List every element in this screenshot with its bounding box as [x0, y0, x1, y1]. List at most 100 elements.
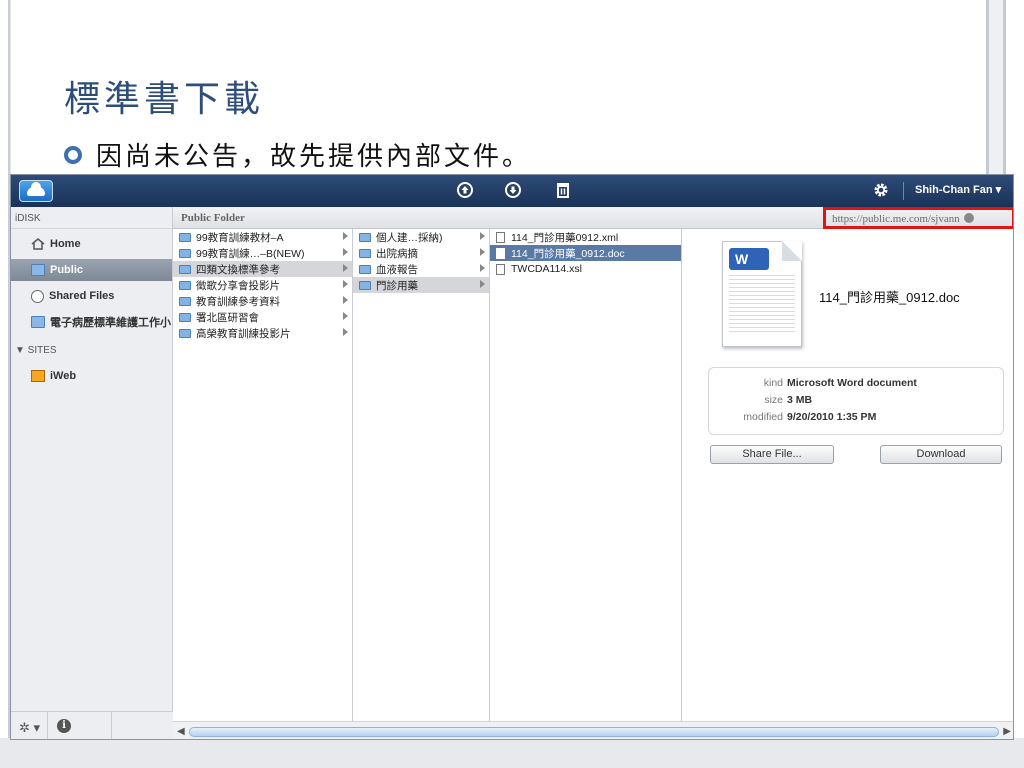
list-item[interactable]: 血液報告 [353, 261, 489, 277]
column-1: 99教育訓練教材–A 99教育訓練…–B(NEW) 四類文換標準參考 徵歌分享會… [173, 229, 353, 721]
sidebar-item-label: Shared Files [49, 290, 115, 302]
chevron-right-icon [480, 264, 485, 272]
footer-divider [111, 712, 112, 739]
word-badge: W [729, 248, 769, 270]
slide-title: 標準書下載 [64, 79, 265, 120]
sidebar-item-shared-files[interactable]: Shared Files [11, 285, 172, 307]
chevron-right-icon [343, 280, 348, 288]
chevron-right-icon [480, 248, 485, 256]
sidebar-item-iweb[interactable]: iWeb [11, 365, 172, 387]
settings-button[interactable] [871, 181, 891, 201]
sites-header[interactable]: ▼ SITES [11, 337, 172, 361]
folder-icon [179, 232, 191, 242]
download-file-button[interactable]: Download [880, 445, 1002, 464]
word-document-icon: W [722, 241, 802, 347]
folder-icon [179, 312, 191, 322]
chevron-right-icon [343, 296, 348, 304]
meta-row-size: size 3 MB [709, 394, 1003, 411]
meta-label: kind [763, 377, 783, 389]
chevron-right-icon [480, 280, 485, 288]
list-item[interactable]: 門診用藥 [353, 277, 489, 293]
folder-icon [359, 264, 371, 274]
folder-icon [179, 264, 191, 274]
meta-value: 3 MB [787, 394, 813, 406]
folder-icon [359, 232, 371, 242]
item-label: TWCDA114.xsl [511, 263, 582, 275]
list-item[interactable]: 114_門診用藥_0912.doc [490, 245, 681, 261]
item-label: 教育訓練參考資料 [196, 295, 280, 308]
cloud-home-button[interactable] [19, 180, 53, 202]
sidebar-item-home[interactable]: Home [11, 233, 172, 255]
item-label: 出院病摘 [376, 247, 418, 260]
document-icon [496, 247, 505, 259]
upload-button[interactable] [455, 181, 475, 201]
column-2: 個人建…採納) 出院病摘 血液報告 門診用藥 [353, 229, 490, 721]
sidebar-item-shared-folder[interactable]: 電子病歷標準維護工作小 [11, 311, 172, 333]
upload-icon [457, 182, 473, 198]
item-label: 血液報告 [376, 263, 418, 276]
preview-filename: 114_門診用藥_0912.doc [819, 290, 960, 305]
list-item[interactable]: 高榮教育訓練投影片 [173, 325, 352, 341]
list-item[interactable]: TWCDA114.xsl [490, 261, 681, 277]
share-file-button[interactable]: Share File... [710, 445, 834, 464]
delete-button[interactable] [553, 181, 573, 201]
file-info-box: kind Microsoft Word document size 3 MB m… [708, 367, 1004, 435]
folder-icon [179, 296, 191, 306]
meta-label: size [764, 394, 783, 406]
horizontal-scrollbar[interactable]: ◀ ▶ [173, 721, 1013, 739]
folder-icon [31, 264, 45, 276]
list-item[interactable]: 99教育訓練教材–A [173, 229, 352, 245]
scroll-right-arrow-icon[interactable]: ▶ [1003, 726, 1011, 737]
column-view: 99教育訓練教材–A 99教育訓練…–B(NEW) 四類文換標準參考 徵歌分享會… [173, 229, 1013, 721]
page-fold [782, 241, 802, 261]
sidebar-item-label: iWeb [50, 370, 77, 382]
folder-icon [179, 280, 191, 290]
toolbar-divider [903, 182, 904, 200]
scroll-left-arrow-icon[interactable]: ◀ [177, 726, 185, 737]
list-item[interactable]: 四類文換標準參考 [173, 261, 352, 277]
sidebar-item-label: Home [50, 238, 81, 250]
folder-icon [179, 248, 191, 258]
trash-icon [557, 183, 569, 198]
user-menu[interactable]: Shih-Chan Fan ▾ [915, 183, 1001, 196]
public-url-text: https://public.me.com/sjvann [832, 213, 960, 225]
folder-icon [359, 248, 371, 258]
list-item[interactable]: 99教育訓練…–B(NEW) [173, 245, 352, 261]
chevron-right-icon [343, 328, 348, 336]
meta-row-modified: modified 9/20/2010 1:35 PM [709, 411, 1003, 428]
shared-icon [31, 289, 44, 303]
list-item[interactable]: 署北區研習會 [173, 309, 352, 325]
folder-icon [179, 328, 191, 338]
cloud-icon [27, 181, 45, 196]
home-icon [31, 238, 45, 250]
info-icon[interactable]: i [57, 719, 71, 733]
folder-title: Public Folder [181, 212, 245, 224]
list-item[interactable]: 個人建…採納) [353, 229, 489, 245]
gear-icon [874, 183, 888, 197]
item-label: 徵歌分享會投影片 [196, 279, 280, 292]
sidebar-item-label: Public [50, 264, 84, 276]
item-label: 署北區研習會 [196, 311, 259, 324]
list-item[interactable]: 114_門診用藥0912.xml [490, 229, 681, 245]
chevron-right-icon [343, 264, 348, 272]
list-item[interactable]: 出院病摘 [353, 245, 489, 261]
file-preview: W 114_門診用藥_0912.doc kind Microsoft Word … [682, 229, 1013, 721]
chevron-right-icon [480, 232, 485, 240]
list-item[interactable]: 徵歌分享會投影片 [173, 277, 352, 293]
list-item[interactable]: 教育訓練參考資料 [173, 293, 352, 309]
action-menu-gear-icon[interactable]: ✲ ▾ [19, 720, 40, 736]
go-arrow-icon[interactable] [964, 213, 975, 223]
item-label: 高榮教育訓練投影片 [196, 327, 291, 340]
folder-icon [359, 280, 371, 290]
idisk-window: Shih-Chan Fan ▾ iDISK Home Public Shared… [10, 174, 1014, 740]
public-url[interactable]: https://public.me.com/sjvann [823, 207, 1013, 229]
item-label: 個人建…採納) [376, 231, 443, 244]
item-label: 114_門診用藥_0912.doc [511, 247, 625, 260]
footer-divider [47, 712, 48, 739]
document-icon [496, 263, 505, 275]
download-button[interactable] [503, 181, 523, 201]
scroll-thumb[interactable] [189, 727, 999, 737]
sidebar-item-public[interactable]: Public [11, 259, 172, 281]
item-label: 門診用藥 [376, 279, 418, 292]
slide-bottom-band [0, 738, 1024, 768]
